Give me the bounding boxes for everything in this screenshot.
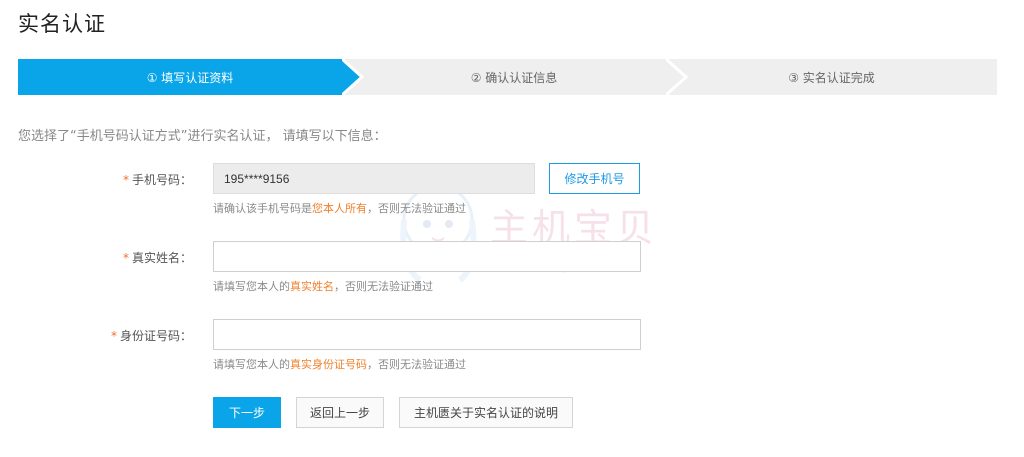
required-mark: * — [122, 251, 129, 265]
name-hint-highlight: 真实姓名 — [290, 280, 334, 293]
id-hint-highlight: 真实身份证号码 — [290, 358, 367, 371]
required-mark: * — [122, 173, 129, 187]
id-number-label: * 身份证号码： — [0, 327, 192, 344]
step-3-complete: ③ 实名认证完成 — [666, 59, 997, 95]
phone-field: 195****9156 — [213, 163, 535, 194]
phone-label-text: 手机号码： — [131, 173, 192, 187]
name-label: * 真实姓名： — [0, 249, 192, 266]
intro-text: 您选择了“手机号码认证方式”进行实名认证， 请填写以下信息： — [18, 129, 387, 144]
phone-hint-highlight: 您本人所有 — [312, 202, 367, 215]
step-1-fill-info: ① 填写认证资料 — [18, 59, 362, 95]
page-title: 实名认证 — [18, 12, 106, 36]
step-3-label: ③ 实名认证完成 — [788, 70, 875, 85]
step-progress-bar: ① 填写认证资料 ② 确认认证信息 ③ 实名认证完成 — [18, 59, 997, 95]
name-input[interactable] — [213, 241, 641, 272]
next-step-button[interactable]: 下一步 — [213, 397, 281, 428]
phone-value: 195****9156 — [224, 171, 290, 186]
required-mark: * — [110, 329, 117, 343]
step-1-label: ① 填写认证资料 — [146, 70, 234, 85]
id-number-input[interactable] — [213, 319, 641, 350]
phone-hint: 请确认该手机号码是您本人所有，否则无法验证通过 — [213, 200, 466, 216]
step-2-label: ② 确认认证信息 — [470, 70, 558, 85]
phone-label: * 手机号码： — [0, 171, 192, 188]
change-phone-button[interactable]: 修改手机号 — [549, 163, 640, 194]
name-hint-suffix: ，否则无法验证通过 — [334, 280, 433, 293]
name-hint: 请填写您本人的真实姓名，否则无法验证通过 — [213, 278, 433, 294]
id-number-label-text: 身份证号码： — [119, 329, 192, 343]
phone-hint-prefix: 请确认该手机号码是 — [213, 202, 312, 215]
id-hint-suffix: ，否则无法验证通过 — [367, 358, 466, 371]
phone-hint-suffix: ，否则无法验证通过 — [367, 202, 466, 215]
verification-info-button[interactable]: 主机匮关于实名认证的说明 — [399, 397, 573, 428]
back-button[interactable]: 返回上一步 — [296, 397, 384, 428]
id-number-hint: 请填写您本人的真实身份证号码，否则无法验证通过 — [213, 356, 466, 372]
name-hint-prefix: 请填写您本人的 — [213, 280, 290, 293]
id-hint-prefix: 请填写您本人的 — [213, 358, 290, 371]
name-label-text: 真实姓名： — [131, 251, 192, 265]
step-2-confirm-info: ② 确认认证信息 — [342, 59, 686, 95]
